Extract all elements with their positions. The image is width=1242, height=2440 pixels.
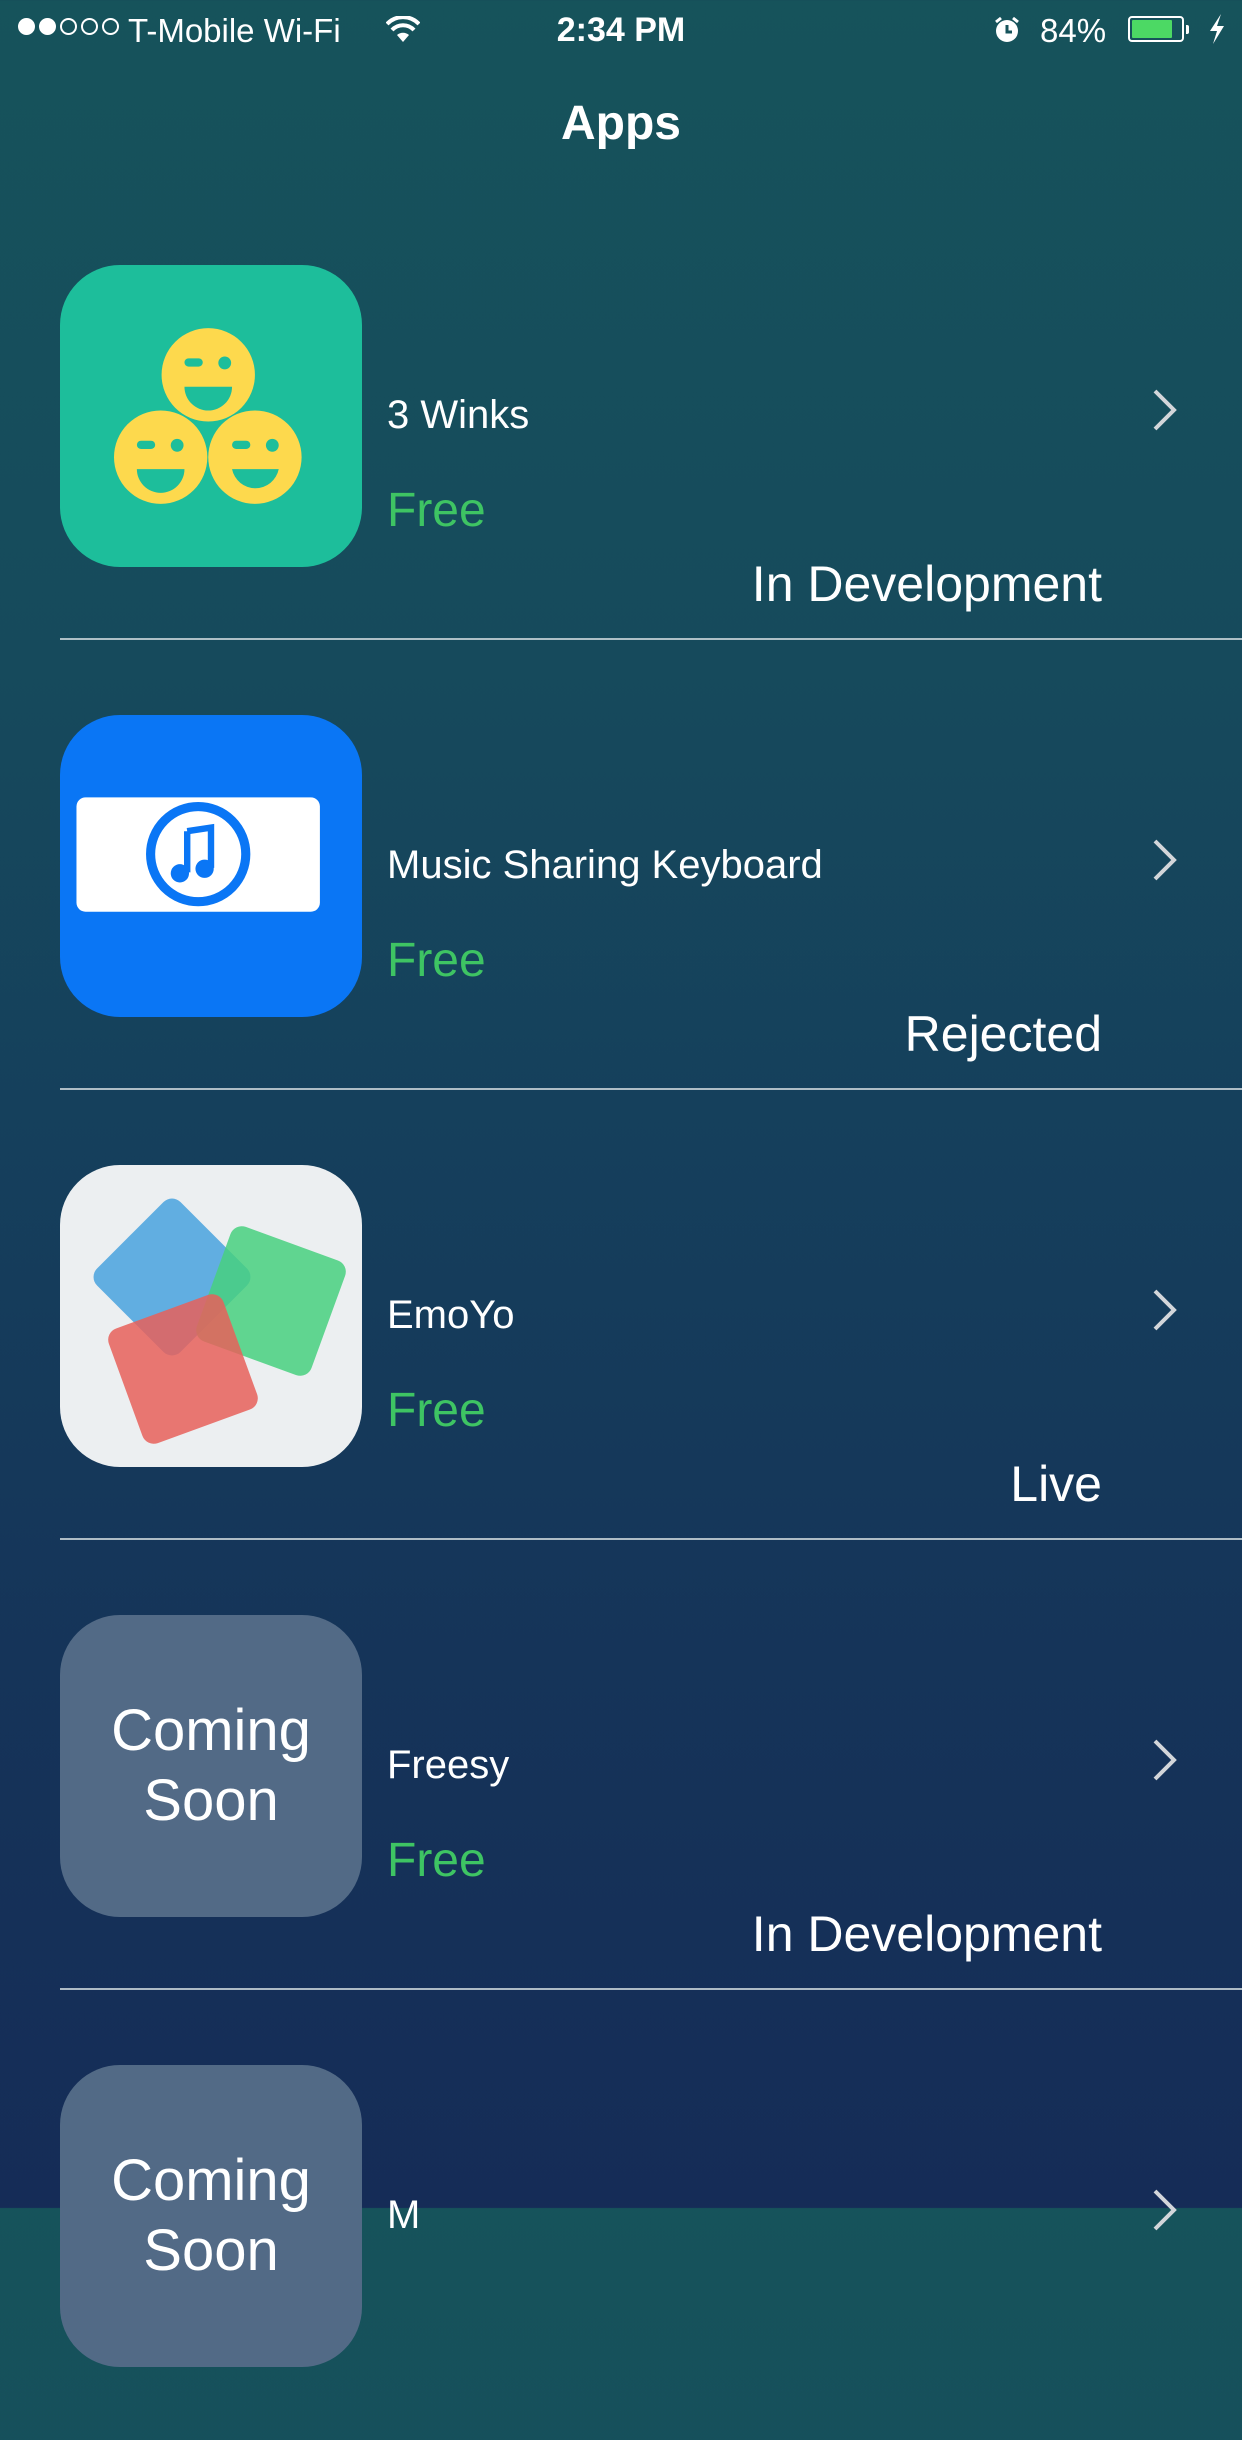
app-name: Freesy: [387, 1743, 510, 1787]
chevron-right-icon[interactable]: [1152, 1288, 1178, 1337]
battery-icon: [1128, 16, 1184, 42]
coming-soon-text: Coming Soon: [111, 2148, 311, 2283]
app-price: Free: [387, 1384, 486, 1437]
chevron-right-icon[interactable]: [1152, 388, 1178, 437]
app-list: 3 Winks Free In Development Music Sharin…: [0, 190, 1242, 2440]
app-price: Free: [387, 934, 486, 987]
coming-soon-icon: Coming Soon: [60, 1615, 362, 1917]
chevron-right-icon[interactable]: [1152, 2188, 1178, 2237]
app-row[interactable]: 3 Winks Free In Development: [0, 190, 1242, 640]
app-status: Live: [1010, 1456, 1102, 1512]
app-row[interactable]: Music Sharing Keyboard Free Rejected: [0, 640, 1242, 1090]
app-name: M: [387, 2193, 421, 2237]
app-price: Free: [387, 1834, 486, 1887]
app-row[interactable]: EmoYo Free Live: [0, 1090, 1242, 1540]
app-row[interactable]: Coming Soon Freesy Free In Development: [0, 1540, 1242, 1990]
app-row[interactable]: Coming Soon M: [0, 1990, 1242, 2440]
charging-bolt-icon: [1208, 14, 1226, 53]
page-title: Apps: [561, 97, 681, 150]
chevron-right-icon[interactable]: [1152, 1738, 1178, 1787]
app-price: Free: [387, 484, 486, 537]
app-name: EmoYo: [387, 1293, 515, 1337]
app-status: In Development: [751, 556, 1102, 612]
battery-nub: [1186, 25, 1189, 34]
coming-soon-icon: Coming Soon: [60, 2065, 362, 2367]
three-winks-icon: [60, 265, 362, 567]
music-keyboard-icon: [60, 715, 362, 1017]
app-status: In Development: [751, 1906, 1102, 1962]
emoyo-icon: [60, 1165, 362, 1467]
alarm-icon: [992, 15, 1022, 54]
battery-percent: 84%: [1040, 12, 1107, 49]
coming-soon-text: Coming Soon: [111, 1698, 311, 1833]
chevron-right-icon[interactable]: [1152, 838, 1178, 887]
app-status: Rejected: [904, 1006, 1102, 1062]
app-name: Music Sharing Keyboard: [387, 843, 823, 887]
app-name: 3 Winks: [387, 393, 530, 437]
status-bar: T-Mobile Wi-Fi 2:34 PM 84%: [0, 0, 1242, 62]
